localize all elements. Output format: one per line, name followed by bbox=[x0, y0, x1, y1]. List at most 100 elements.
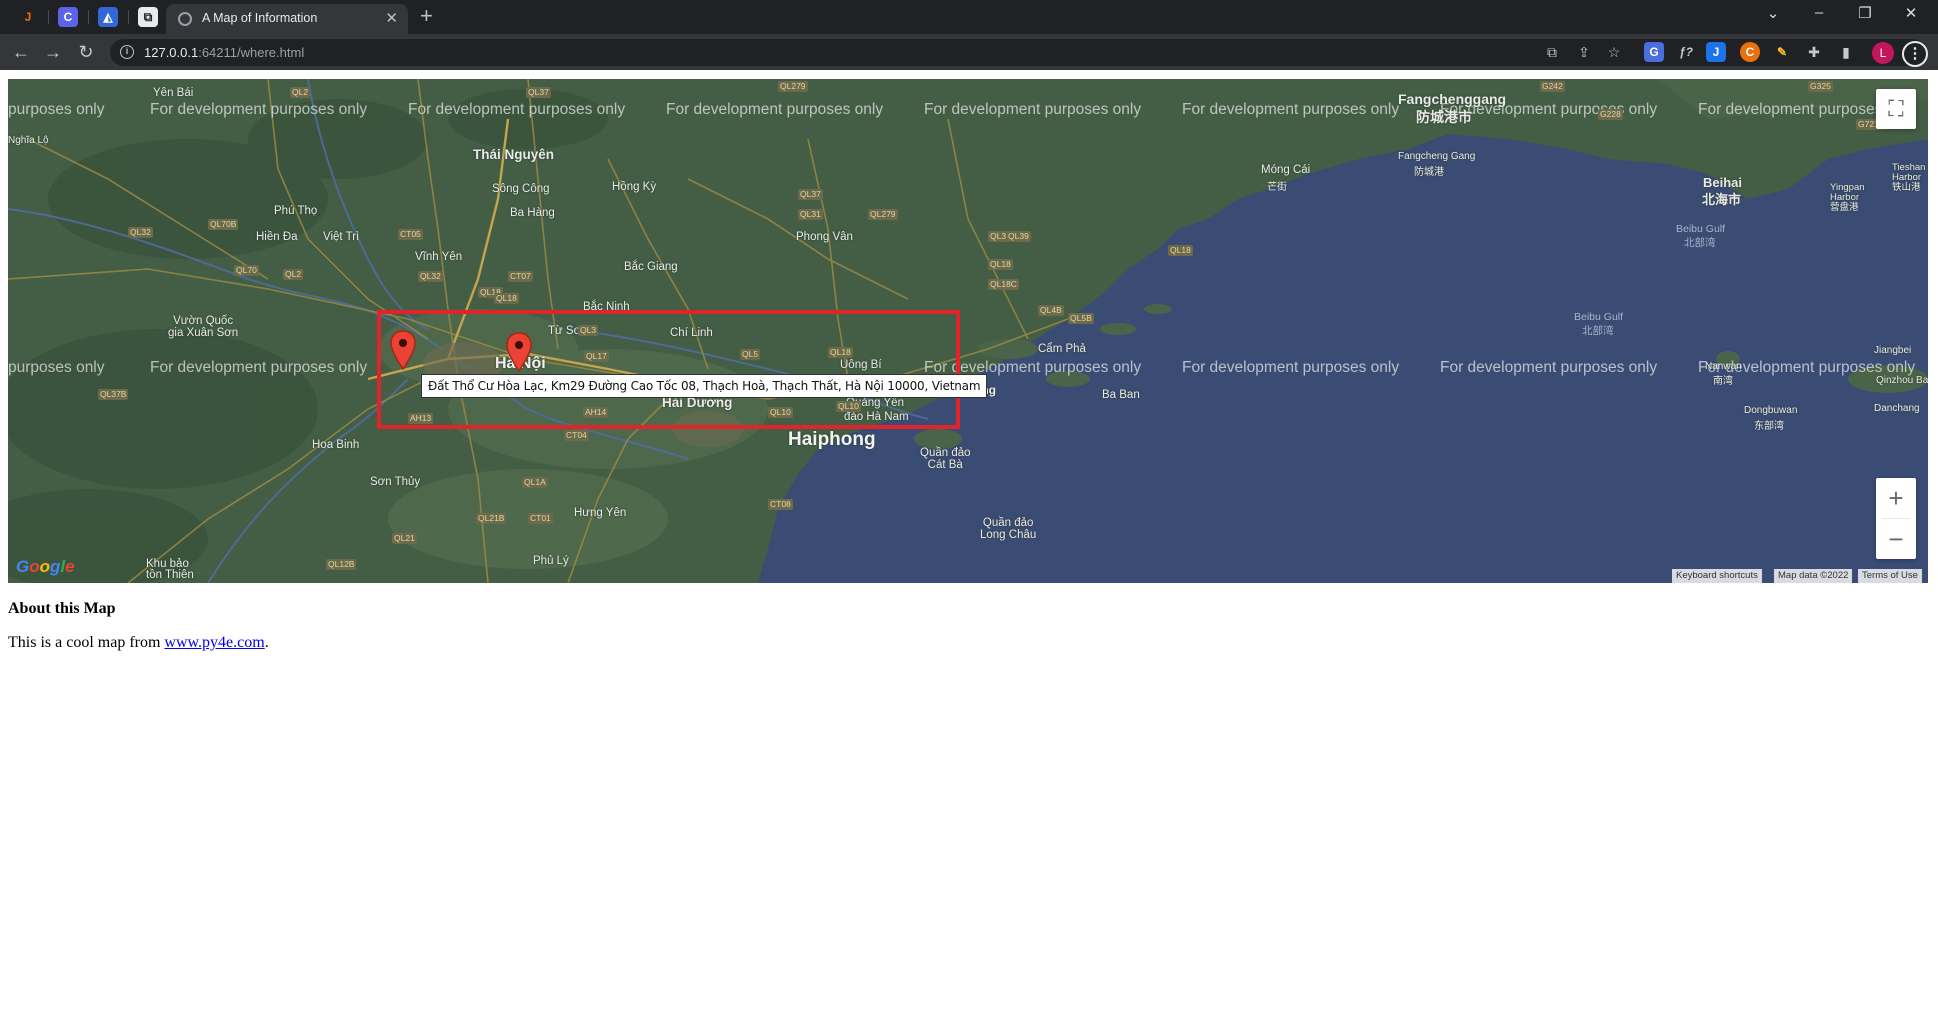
close-window-button[interactable]: ✕ bbox=[1900, 4, 1922, 22]
dev-watermark: purposes only bbox=[8, 359, 105, 376]
zoom-out-button[interactable]: − bbox=[1876, 519, 1916, 559]
road-shield: QL18 bbox=[1168, 245, 1193, 256]
dev-watermark: For development purposes only bbox=[1182, 101, 1400, 118]
zoom-control: + − bbox=[1876, 478, 1916, 559]
place-label: Cẩm Phả bbox=[1038, 343, 1086, 355]
tab-search-icon[interactable]: ⌄ bbox=[1762, 4, 1784, 22]
place-label: Việt Trì bbox=[323, 231, 360, 243]
about-heading: About this Map bbox=[8, 600, 116, 617]
road-shield: QL21 bbox=[392, 533, 417, 544]
minimize-button[interactable]: – bbox=[1808, 4, 1830, 21]
fullscreen-icon[interactable]: ⛶ bbox=[1876, 89, 1916, 129]
profile-avatar[interactable]: L bbox=[1872, 42, 1894, 64]
tab-separator bbox=[128, 10, 129, 24]
place-label: Hoa Binh bbox=[312, 439, 360, 451]
highlight-box bbox=[377, 310, 960, 429]
extension-formula-icon[interactable]: ƒ? bbox=[1676, 42, 1696, 62]
dev-watermark: For development purposes only bbox=[150, 359, 368, 376]
zoom-in-button[interactable]: + bbox=[1876, 478, 1916, 518]
place-label: 东部湾 bbox=[1754, 421, 1784, 432]
extension-translate-icon[interactable]: G bbox=[1644, 42, 1664, 62]
place-label: Jiangbei bbox=[1874, 345, 1912, 356]
road-shield: QL39 bbox=[1006, 231, 1031, 242]
pinned-tab-3[interactable]: ◭ bbox=[98, 7, 118, 27]
place-label: Phủ Lý bbox=[533, 555, 569, 567]
tab-title: A Map of Information bbox=[202, 11, 318, 25]
road-shield: QL2 bbox=[290, 87, 311, 98]
map-marker-pin[interactable] bbox=[506, 332, 532, 372]
chrome-menu-icon[interactable]: ⋮ bbox=[1902, 41, 1928, 67]
py4e-link[interactable]: www.py4e.com bbox=[164, 634, 264, 651]
place-label: Beibu Gulf bbox=[1676, 223, 1726, 235]
place-label: Ba Hàng bbox=[510, 207, 555, 219]
road-shield: QL12B bbox=[326, 559, 357, 570]
place-label: Vĩnh Yên bbox=[415, 251, 463, 263]
extension-j-icon[interactable]: J bbox=[1706, 42, 1726, 62]
pinned-tab-4[interactable]: ⧉ bbox=[138, 7, 158, 27]
dev-watermark: purposes only bbox=[8, 101, 105, 118]
road-shield: QL32 bbox=[128, 227, 153, 238]
place-label: Fangcheng Gang bbox=[1398, 151, 1476, 162]
restore-button[interactable]: ❐ bbox=[1854, 4, 1876, 22]
place-label: Vườn Quốc gia Xuân Sơn bbox=[168, 315, 239, 339]
road-shield: CT07 bbox=[508, 271, 533, 282]
close-tab-icon[interactable]: ✕ bbox=[385, 9, 398, 27]
map-marker-pin[interactable] bbox=[390, 330, 416, 370]
url-text: 127.0.0.1:64211/where.html bbox=[144, 45, 305, 60]
forward-button[interactable]: → bbox=[41, 40, 65, 64]
site-info-icon[interactable]: i bbox=[120, 45, 134, 59]
road-shield: QL4B bbox=[1038, 305, 1064, 316]
extensions-puzzle-icon[interactable]: ✚ bbox=[1804, 42, 1824, 62]
map-data-attribution: Map data ©2022 bbox=[1774, 569, 1853, 583]
google-logo[interactable]: Google bbox=[16, 557, 75, 577]
place-label: Fangchenggang bbox=[1398, 91, 1507, 107]
pinned-tab-2[interactable]: C bbox=[58, 7, 78, 27]
place-label: Hưng Yên bbox=[574, 507, 627, 519]
road-shield: QL37 bbox=[798, 189, 823, 200]
extension-c-icon[interactable]: C bbox=[1740, 42, 1760, 62]
road-shield: QL70 bbox=[234, 265, 259, 276]
active-tab[interactable]: A Map of Information ✕ bbox=[166, 4, 408, 34]
terms-of-use-link[interactable]: Terms of Use bbox=[1858, 569, 1922, 583]
pinned-tab-1[interactable]: J bbox=[18, 7, 38, 27]
road-shield: QL18 bbox=[494, 293, 519, 304]
road-shield: CT01 bbox=[528, 513, 553, 524]
dev-watermark: For development purposes only bbox=[924, 101, 1142, 118]
keyboard-shortcuts-link[interactable]: Keyboard shortcuts bbox=[1672, 569, 1762, 583]
road-shield: CT04 bbox=[564, 430, 589, 441]
new-tab-button[interactable]: + bbox=[420, 3, 433, 29]
road-shield: G325 bbox=[1808, 81, 1833, 92]
extension-pen-icon[interactable]: ✎ bbox=[1772, 42, 1792, 62]
share-icon[interactable]: ⇪ bbox=[1574, 42, 1594, 62]
browser-toolbar: ← → ↻ i 127.0.0.1:64211/where.html ⧉ ⇪ ☆… bbox=[0, 34, 1938, 70]
road-shield: QL18 bbox=[988, 259, 1013, 270]
tab-separator bbox=[48, 10, 49, 24]
road-shield: QL21B bbox=[476, 513, 507, 524]
place-label: Yên Bái bbox=[153, 87, 194, 99]
place-label: 南湾 bbox=[1713, 376, 1733, 387]
place-label: Beibu Gulf bbox=[1574, 311, 1624, 323]
bookmark-star-icon[interactable]: ☆ bbox=[1604, 42, 1624, 62]
google-map[interactable]: purposes only For development purposes o… bbox=[8, 79, 1928, 583]
reload-button[interactable]: ↻ bbox=[74, 40, 98, 64]
place-label: Bắc Giang bbox=[624, 261, 678, 273]
place-label: 北海市 bbox=[1702, 192, 1742, 207]
back-button[interactable]: ← bbox=[9, 40, 33, 64]
map-terrain bbox=[8, 79, 1928, 583]
tab-separator bbox=[88, 10, 89, 24]
place-label: Hiền Đa bbox=[256, 231, 298, 243]
place-label: Hồng Kỳ bbox=[612, 181, 657, 193]
marker-tooltip: Đất Thổ Cư Hòa Lạc, Km29 Đường Cao Tốc 0… bbox=[421, 374, 988, 398]
side-panel-icon[interactable]: ▮ bbox=[1836, 42, 1856, 62]
road-shield: QL32 bbox=[418, 271, 443, 282]
place-label: 北部湾 bbox=[1684, 237, 1716, 249]
place-label: 防城港市 bbox=[1416, 109, 1472, 125]
road-shield: QL18C bbox=[988, 279, 1019, 290]
translate-icon[interactable]: ⧉ bbox=[1542, 42, 1562, 62]
tab-strip: J C ◭ ⧉ A Map of Information ✕ + ⌄ – ❐ ✕ bbox=[0, 0, 1938, 34]
place-label: Móng Cái bbox=[1261, 164, 1311, 176]
place-label: Quần đảo Cát Bà bbox=[920, 447, 971, 471]
place-label: Danchang bbox=[1874, 403, 1920, 414]
place-label: Sông Công bbox=[492, 183, 550, 195]
road-shield: G228 bbox=[1598, 109, 1623, 120]
